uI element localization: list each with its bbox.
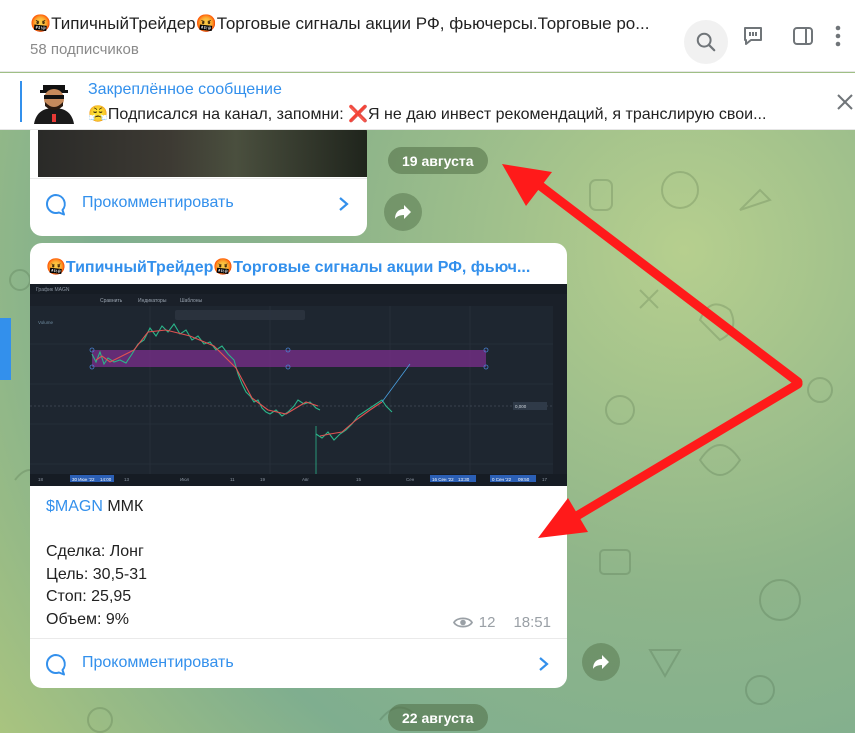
close-icon[interactable]: [836, 93, 854, 111]
message-card: Прокомментировать: [30, 130, 367, 236]
chart-x-label: 30 Июн '22: [72, 477, 95, 482]
chart-price-badge: 0,000: [515, 404, 527, 409]
pinned-label: Закреплённое сообщение: [88, 81, 282, 98]
chart-volume-label: Volume: [38, 320, 54, 325]
more-menu-button[interactable]: [826, 18, 850, 54]
message-card: 🤬ТипичныйТрейдер🤬Торговые сигналы акции …: [30, 243, 567, 688]
chart-x-label: 18: [38, 477, 44, 482]
deal-line: Сделка: Лонг: [46, 543, 144, 560]
comment-bubble-icon: [46, 654, 66, 676]
comment-label: Прокомментировать: [82, 654, 234, 671]
left-sidebar-edge: [0, 318, 11, 380]
comment-label: Прокомментировать: [82, 194, 234, 211]
chart-x-label: 0 Сен '22: [492, 477, 512, 482]
chart-x-label: 13: [124, 477, 130, 482]
subscriber-count: 58 подписчиков: [30, 41, 139, 58]
message-text: $MAGN ММК Сделка: Лонг Цель: 30,5-31 Сто…: [46, 496, 147, 631]
discussion-button[interactable]: [735, 18, 771, 54]
forward-button[interactable]: [384, 193, 422, 231]
forward-icon: [395, 205, 411, 219]
pinned-message-bar[interactable]: Закреплённое сообщение 😤Подписался на ка…: [0, 73, 855, 130]
message-time: 18:51: [513, 614, 551, 631]
search-icon: [696, 32, 716, 52]
date-separator: 22 августа: [388, 704, 488, 731]
pinned-indicator: [20, 81, 22, 122]
chart-toolbar-compare: Сравнить: [100, 298, 123, 304]
pinned-text: 😤Подписался на канал, запомни: ❌Я не даю…: [88, 106, 767, 123]
message-meta: 12 18:51: [452, 614, 551, 631]
channel-title[interactable]: 🤬ТипичныйТрейдер🤬Торговые сигналы акции …: [30, 14, 680, 34]
volume-line: Объем: 9%: [46, 610, 129, 628]
forward-icon: [593, 655, 609, 669]
ticker-name: ММК: [102, 498, 144, 515]
chart-x-label: 19: [260, 477, 266, 482]
chat-area[interactable]: 19 августа Прокомментировать 🤬ТипичныйТр…: [0, 130, 855, 733]
comment-button[interactable]: Прокомментировать: [30, 178, 367, 228]
comments-icon: [744, 27, 762, 45]
search-button[interactable]: [684, 20, 728, 64]
forwarded-channel-name[interactable]: 🤬ТипичныйТрейдер🤬Торговые сигналы акции …: [46, 257, 551, 277]
chevron-right-icon: [339, 197, 349, 211]
sidebar-toggle-button[interactable]: [785, 18, 821, 54]
chart-x-label: Сен: [406, 477, 415, 482]
pinned-thumbnail: [34, 85, 74, 124]
chart-x-label: Июл: [180, 477, 190, 482]
target-line: Цель: 30,5-31: [46, 565, 148, 583]
chart-toolbar-templates: Шаблоны: [180, 298, 203, 304]
chart-x-label: 15: [356, 477, 362, 482]
stop-line: Стоп: 25,95: [46, 588, 132, 605]
chart-x-label: 13:30: [458, 477, 470, 482]
chevron-right-icon: [539, 657, 549, 671]
chart-window-title: График MAGN: [36, 287, 70, 293]
chart-x-label: 11: [230, 477, 235, 482]
eye-icon: [452, 617, 473, 628]
sidebar-icon: [793, 27, 813, 45]
chart-x-label: 09:50: [518, 477, 530, 482]
more-vertical-icon: [835, 25, 841, 47]
video-preview[interactable]: [38, 130, 367, 177]
chart-x-label: 14:00: [100, 477, 112, 482]
chart-x-label: Авг: [302, 477, 309, 482]
date-separator: 19 августа: [388, 147, 488, 174]
comment-button[interactable]: Прокомментировать: [30, 638, 567, 688]
channel-header: 🤬ТипичныйТрейдер🤬Торговые сигналы акции …: [0, 0, 855, 72]
comment-bubble-icon: [46, 194, 66, 216]
chart-toolbar-indicators: Индикаторы: [138, 298, 167, 304]
chart-x-label: 16 Сен '22: [432, 477, 454, 482]
cashtag-link[interactable]: $MAGN: [46, 498, 103, 515]
forward-button[interactable]: [582, 643, 620, 681]
chart-screenshot-image[interactable]: График MAGN Сравнить Индикаторы Шаблоны …: [30, 284, 567, 486]
view-count: 12: [478, 614, 496, 631]
chart-x-label: 17: [542, 477, 548, 482]
